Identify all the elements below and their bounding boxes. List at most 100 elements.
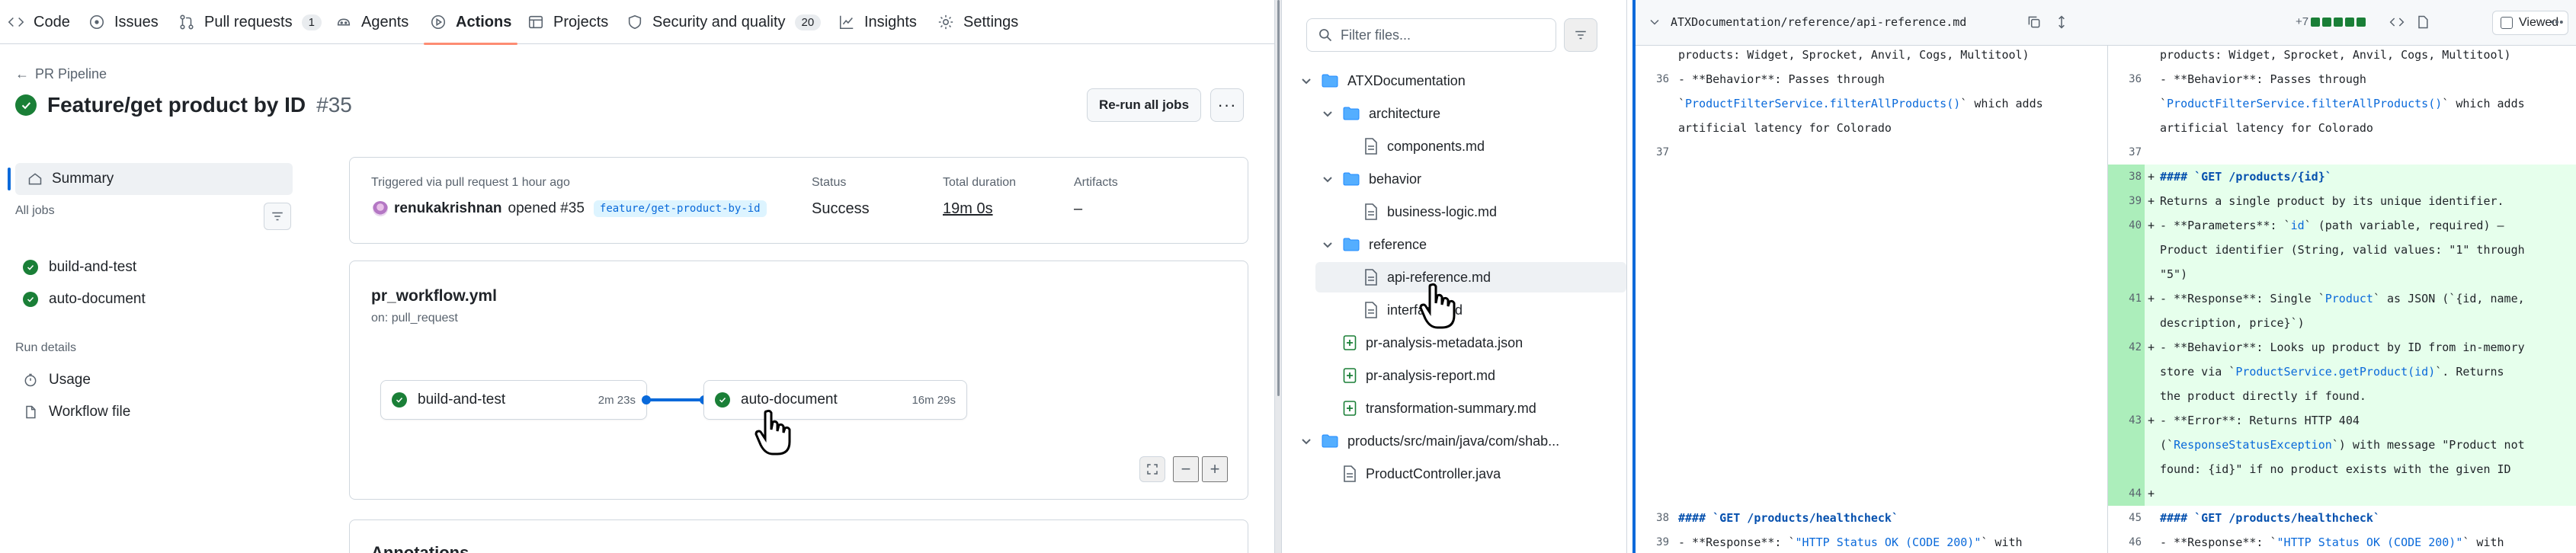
chevron-down-icon[interactable] (1300, 75, 1312, 87)
tree-item-label: pr-analysis-metadata.json (1366, 334, 1523, 350)
nav-insights[interactable]: Insights (838, 0, 917, 44)
code-icon (8, 14, 24, 30)
diff-stat-count: +7 (2296, 15, 2309, 28)
sidebar-item-workflow-file[interactable]: Workflow file (23, 404, 130, 420)
sidebar-job-build-and-test[interactable]: build-and-test (23, 259, 136, 276)
nav-actions[interactable]: Actions (423, 0, 518, 45)
folder-icon (1343, 107, 1360, 120)
pr-files-pane: Filter files... ATXDocumentation architec… (1282, 0, 2576, 553)
added-marker: + (2148, 340, 2155, 354)
split-diff-divider (2107, 46, 2108, 553)
branch-tag[interactable]: feature/get-product-by-id (593, 200, 767, 217)
trigger-action: opened #35 (508, 200, 585, 216)
file-icon[interactable] (2413, 12, 2433, 32)
nav-count-badge: 1 (301, 14, 322, 30)
arrow-left-icon: ← (15, 66, 29, 82)
nav-label: Security and quality (652, 13, 786, 30)
git-pull-request-icon (178, 14, 195, 30)
rerun-all-jobs-button[interactable]: Re-run all jobs (1087, 88, 1201, 122)
diff-line: - **Response**: `"HTTP Status OK (CODE 2… (2160, 535, 2504, 549)
sidebar-item-label: Summary (52, 171, 114, 187)
trigger-actor: renukakrishnan opened #35 feature/get-pr… (373, 200, 767, 217)
filter-jobs-button[interactable] (264, 203, 291, 230)
filter-files-input[interactable]: Filter files... (1306, 18, 1556, 52)
tree-file[interactable]: interface.md (1282, 295, 1617, 325)
nav-label: Code (34, 13, 70, 30)
chevron-down-icon[interactable] (1300, 435, 1312, 447)
line-number: 37 (1656, 146, 1669, 158)
unfold-icon[interactable] (2052, 12, 2071, 32)
file-added-icon (1343, 401, 1357, 416)
back-to-workflow-link[interactable]: ← PR Pipeline (15, 66, 107, 82)
nav-label: Issues (114, 13, 159, 30)
checkbox-box[interactable] (2501, 17, 2513, 29)
tree-folder[interactable]: architecture (1282, 98, 1617, 129)
code-icon[interactable] (2387, 12, 2407, 32)
chevron-down-icon[interactable] (1322, 107, 1334, 120)
zoom-in-button[interactable]: + (1202, 456, 1228, 482)
tree-folder[interactable]: ATXDocumentation (1282, 66, 1617, 96)
added-line: the product directly if found. (2160, 389, 2366, 403)
graph-job-auto-document[interactable]: auto-document 16m 29s (703, 380, 967, 420)
line-number: 36 (2129, 73, 2142, 85)
file-added-icon (1343, 368, 1357, 383)
nav-issues[interactable]: Issues (88, 0, 159, 44)
sidebar-item-usage[interactable]: Usage (23, 372, 91, 388)
tree-item-label: api-reference.md (1387, 269, 1491, 285)
nav-code[interactable]: Code (8, 0, 70, 44)
graph-job-build-and-test[interactable]: build-and-test 2m 23s (380, 380, 647, 420)
added-line: #### `GET /products/{id}` (2160, 170, 2332, 184)
duration-value[interactable]: 19m 0s (943, 200, 993, 218)
tree-folder[interactable]: behavior (1282, 164, 1617, 194)
line-number: 37 (2129, 146, 2142, 158)
nav-agents[interactable]: Agents (335, 0, 409, 44)
sidebar-item-summary[interactable]: Summary (8, 163, 293, 195)
success-check-icon (23, 292, 38, 307)
tree-file[interactable]: pr-analysis-metadata.json (1282, 328, 1617, 358)
copy-icon[interactable] (2024, 12, 2044, 32)
line-number: 38 (2129, 171, 2142, 183)
tree-file[interactable]: business-logic.md (1282, 197, 1617, 227)
diffstat-block (2322, 17, 2332, 27)
tree-file[interactable]: transformation-summary.md (1282, 393, 1617, 424)
nav-projects[interactable]: Projects (527, 0, 608, 44)
tree-file[interactable]: pr-analysis-report.md (1282, 360, 1617, 391)
zoom-out-button[interactable]: − (1173, 456, 1199, 482)
tree-folder[interactable]: products/src/main/java/com/shab... (1282, 426, 1617, 456)
home-icon (28, 173, 42, 185)
diffstat-block (2357, 17, 2366, 27)
tree-item-label: components.md (1387, 138, 1485, 154)
diff-stat: +7 (2296, 15, 2366, 28)
all-jobs-heading: All jobs (15, 204, 55, 217)
fullscreen-button[interactable] (1139, 456, 1165, 482)
workflow-trigger: on: pull_request (371, 312, 458, 324)
tree-file[interactable]: components.md (1282, 131, 1617, 161)
tree-item-label: ProductController.java (1366, 465, 1501, 481)
annotations-title: Annotations (371, 543, 469, 553)
chevron-down-icon[interactable] (1322, 238, 1334, 251)
scrollbar-thumb[interactable] (1277, 0, 1280, 396)
file-added-icon (1343, 335, 1357, 350)
tree-file[interactable]: api-reference.md (1315, 262, 1626, 292)
chevron-down-icon[interactable] (1322, 173, 1334, 185)
nav-pull-requests[interactable]: Pull requests 1 (178, 0, 322, 44)
tree-folder[interactable]: reference (1282, 229, 1617, 260)
nav-settings[interactable]: Settings (937, 0, 1018, 44)
added-line: - **Parameters**: `id` (path variable, r… (2160, 219, 2504, 232)
chevron-down-icon[interactable] (1645, 12, 1664, 32)
kebab-horizontal-icon[interactable] (2547, 12, 2567, 32)
pane-resize-handle[interactable] (1274, 0, 1282, 553)
nav-security[interactable]: Security and quality 20 (626, 0, 822, 44)
tree-file[interactable]: ProductController.java (1282, 459, 1617, 489)
file-filter-button[interactable] (1564, 18, 1597, 52)
actor-username[interactable]: renukakrishnan (394, 200, 502, 217)
line-number: 45 (2129, 512, 2142, 524)
more-options-button[interactable]: ··· (1210, 88, 1244, 122)
comment-icon[interactable] (2517, 12, 2536, 32)
diff-line: `ProductFilterService.filterAllProducts(… (2160, 97, 2525, 110)
tree-item-label: architecture (1369, 105, 1441, 121)
sidebar-job-label: auto-document (49, 291, 146, 307)
line-number: 36 (1656, 73, 1669, 85)
diff-line: products: Widget, Sprocket, Anvil, Cogs,… (2160, 48, 2511, 62)
sidebar-job-auto-document[interactable]: auto-document (23, 291, 146, 308)
